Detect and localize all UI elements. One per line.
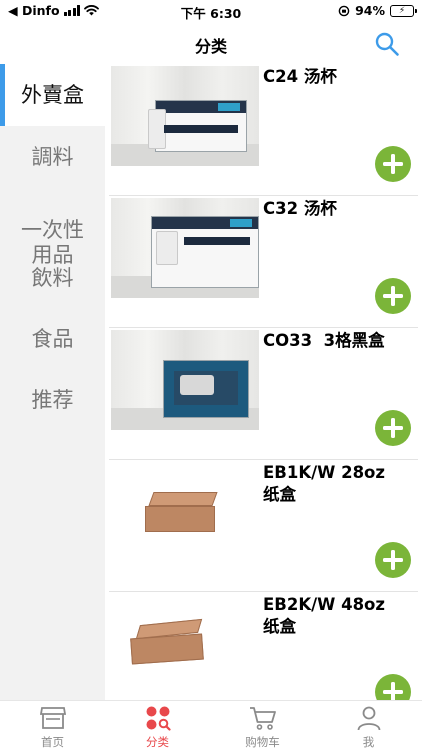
tab-cart[interactable]: 购物车 — [210, 701, 315, 750]
tab-label: 购物车 — [245, 735, 280, 749]
tab-category[interactable]: 分类 — [105, 701, 210, 750]
tab-home[interactable]: 首页 — [0, 701, 105, 750]
sidebar-item-seasoning[interactable]: 調料 — [0, 145, 105, 175]
tab-me[interactable]: 我 — [315, 701, 422, 750]
sidebar-item-disposables[interactable]: 一次性 用品 — [0, 193, 105, 267]
tab-label: 首页 — [41, 735, 64, 749]
sidebar-item-label: 外賣盒 — [21, 83, 84, 107]
product-image — [111, 462, 259, 562]
product-image — [111, 66, 259, 166]
sidebar-item-recommended[interactable]: 推荐 — [0, 388, 105, 418]
product-name: EB1K/W 28oz 纸盒 — [263, 463, 385, 504]
sidebar-item-takeout-box[interactable]: 外賣盒 — [0, 64, 105, 126]
profile-icon — [357, 706, 381, 731]
battery-icon: ⚡ — [390, 4, 417, 17]
product-image — [111, 330, 259, 430]
tab-bar: 首页 分类 购物车 我 — [0, 700, 422, 750]
store-icon — [40, 707, 66, 729]
sidebar-item-label: 推荐 — [31, 388, 74, 412]
product-name: EB2K/W 48oz 纸盒 — [263, 595, 385, 636]
product-image — [111, 198, 259, 298]
product-name: C24 汤杯 — [263, 67, 337, 86]
battery-percent: 94% — [355, 3, 385, 18]
sidebar-item-food[interactable]: 食品 — [0, 327, 105, 357]
status-right: 94% ⚡ — [338, 3, 417, 18]
nav-bar: 分类 — [0, 22, 422, 64]
status-bar: ◀ Dinfo 下午 6:30 94% ⚡ — [0, 0, 422, 22]
tab-label: 分类 — [146, 735, 169, 749]
list-item[interactable]: EB2K/W 48oz 纸盒 — [105, 592, 422, 700]
plus-circle-icon[interactable] — [375, 674, 411, 700]
sidebar-item-label: 飲料 — [31, 266, 74, 290]
plus-circle-icon[interactable] — [375, 542, 411, 578]
product-name: C32 汤杯 — [263, 199, 337, 218]
list-item[interactable]: EB1K/W 28oz 纸盒 — [105, 460, 422, 592]
page-title: 分类 — [194, 37, 227, 56]
product-name: CO33 3格黑盒 — [263, 331, 385, 350]
sidebar-item-label: 調料 — [31, 145, 74, 169]
list-item[interactable]: C24 汤杯 — [105, 64, 422, 196]
sidebar-item-label: 食品 — [31, 327, 74, 351]
cart-icon — [250, 707, 276, 730]
plus-circle-icon[interactable] — [375, 278, 411, 314]
category-sidebar: 外賣盒 調料 一次性 用品 飲料 食品 推荐 — [0, 64, 105, 700]
product-image — [111, 594, 259, 694]
product-list[interactable]: C24 汤杯 C32 汤杯 CO33 3格黑盒 EB1K/W 28oz 纸盒 E… — [105, 64, 422, 700]
tab-label: 我 — [362, 735, 375, 749]
search-icon[interactable] — [374, 31, 400, 57]
sidebar-item-drinks[interactable]: 飲料 — [0, 266, 105, 296]
sidebar-item-label: 一次性 用品 — [21, 218, 84, 267]
category-icon — [146, 706, 171, 731]
list-item[interactable]: C32 汤杯 — [105, 196, 422, 328]
plus-circle-icon[interactable] — [375, 410, 411, 446]
plus-circle-icon[interactable] — [375, 146, 411, 182]
list-item[interactable]: CO33 3格黑盒 — [105, 328, 422, 460]
orientation-lock-icon — [338, 5, 350, 16]
